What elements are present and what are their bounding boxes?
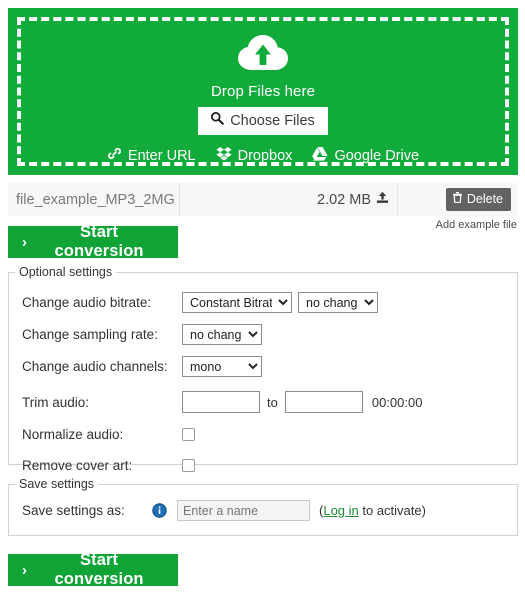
save-settings-as-label: Save settings as: bbox=[22, 503, 125, 518]
dropbox-link[interactable]: Dropbox bbox=[216, 146, 293, 165]
file-name: file_example_MP3_2MG bbox=[8, 183, 180, 216]
sampling-rate-label: Change sampling rate: bbox=[22, 327, 158, 342]
info-icon[interactable] bbox=[152, 503, 167, 518]
start-conversion-label-bottom: Start conversion bbox=[54, 551, 144, 588]
search-icon bbox=[210, 111, 225, 130]
row-sampling-rate: Change sampling rate: no change bbox=[9, 322, 517, 347]
upload-icon bbox=[376, 191, 389, 208]
file-actions: Delete bbox=[398, 183, 518, 216]
normalize-audio-label: Normalize audio: bbox=[22, 427, 124, 442]
link-icon bbox=[107, 146, 122, 165]
audio-channels-select[interactable]: mono bbox=[182, 356, 262, 377]
normalize-audio-checkbox[interactable] bbox=[182, 428, 195, 441]
choose-files-label: Choose Files bbox=[230, 112, 315, 129]
sampling-rate-select[interactable]: no change bbox=[182, 324, 262, 345]
file-size-label: 2.02 MB bbox=[317, 191, 371, 208]
save-settings-fieldset: Save settings Save settings as: (Log in … bbox=[8, 477, 518, 536]
add-example-file-link[interactable]: Add example file bbox=[436, 219, 517, 231]
audio-bitrate-mode-select[interactable]: Constant Bitrate bbox=[182, 292, 292, 313]
row-remove-cover-art: Remove cover art: bbox=[9, 453, 517, 478]
trim-to-input[interactable] bbox=[284, 391, 363, 413]
dropzone-title: Drop Files here bbox=[210, 83, 316, 100]
page-root: Drop Files here Choose Files Enter URL D… bbox=[0, 0, 525, 592]
remove-cover-art-checkbox[interactable] bbox=[182, 459, 195, 472]
google-drive-label: Google Drive bbox=[334, 147, 420, 164]
trim-from-input[interactable] bbox=[182, 391, 260, 413]
row-trim-audio: Trim audio: to 00:00:00 bbox=[9, 388, 517, 416]
service-links: Enter URL Dropbox Google Drive bbox=[107, 146, 419, 165]
audio-bitrate-label: Change audio bitrate: bbox=[22, 295, 152, 310]
optional-settings-fieldset: Optional settings Change audio bitrate: … bbox=[8, 265, 518, 473]
start-conversion-button-top[interactable]: › Start conversion bbox=[8, 223, 178, 260]
start-conversion-button-bottom[interactable]: › Start conversion bbox=[8, 551, 178, 588]
trim-audio-label: Trim audio: bbox=[22, 394, 90, 410]
dropzone-dashed-border: Drop Files here Choose Files Enter URL D… bbox=[17, 17, 509, 166]
delete-label: Delete bbox=[466, 191, 503, 206]
dropbox-icon bbox=[216, 146, 232, 165]
choose-files-button[interactable]: Choose Files bbox=[198, 107, 328, 136]
row-audio-channels: Change audio channels: mono bbox=[9, 354, 517, 379]
file-size-cell: 2.02 MB bbox=[180, 183, 398, 216]
file-row: file_example_MP3_2MG 2.02 MB Delete bbox=[8, 183, 518, 216]
chevron-right-icon: › bbox=[22, 233, 28, 251]
audio-channels-label: Change audio channels: bbox=[22, 359, 168, 374]
row-normalize-audio: Normalize audio: bbox=[9, 422, 517, 447]
start-conversion-label: Start conversion bbox=[54, 223, 144, 260]
google-drive-icon bbox=[312, 146, 329, 165]
remove-cover-art-label: Remove cover art: bbox=[22, 458, 133, 473]
dropbox-label: Dropbox bbox=[237, 147, 293, 164]
trim-duration-label: 00:00:00 bbox=[371, 394, 423, 410]
trim-to-word: to bbox=[267, 394, 278, 410]
activate-suffix: to activate) bbox=[358, 503, 426, 518]
save-settings-name-input[interactable] bbox=[177, 500, 310, 521]
row-save-settings-as: Save settings as: (Log in to activate) bbox=[9, 498, 517, 523]
delete-button[interactable]: Delete bbox=[445, 188, 511, 211]
audio-bitrate-quality-select[interactable]: no change bbox=[298, 292, 378, 313]
cloud-upload-icon bbox=[236, 32, 290, 79]
login-activate-text: (Log in to activate) bbox=[319, 503, 426, 518]
login-link[interactable]: Log in bbox=[323, 503, 358, 518]
row-audio-bitrate: Change audio bitrate: Constant Bitrate n… bbox=[9, 290, 517, 315]
trash-icon bbox=[452, 191, 463, 207]
dropzone[interactable]: Drop Files here Choose Files Enter URL D… bbox=[8, 8, 518, 175]
save-settings-legend: Save settings bbox=[19, 477, 95, 491]
google-drive-link[interactable]: Google Drive bbox=[312, 146, 419, 165]
optional-settings-legend: Optional settings bbox=[19, 265, 113, 279]
enter-url-link[interactable]: Enter URL bbox=[107, 146, 196, 165]
enter-url-label: Enter URL bbox=[127, 147, 196, 164]
chevron-right-icon-bottom: › bbox=[22, 561, 28, 579]
